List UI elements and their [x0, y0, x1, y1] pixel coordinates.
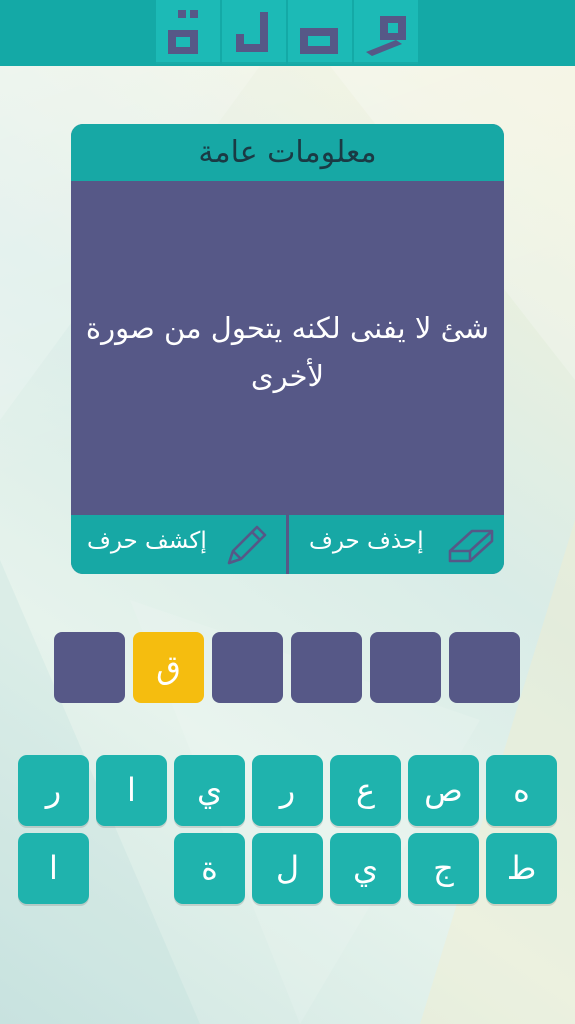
letter-key[interactable]: ي [330, 833, 401, 904]
logo-tile-2 [222, 0, 286, 64]
top-bar [0, 0, 575, 66]
letter-key[interactable]: ا [18, 833, 89, 904]
logo-tile-1 [156, 0, 220, 64]
letter-key[interactable]: ر [252, 755, 323, 826]
card-footer: إكشف حرف إحذف حرف [71, 515, 504, 574]
answer-slot[interactable] [449, 632, 520, 703]
question-card: معلومات عامة شئ لا يفنى لكنه يتحول من صو… [71, 124, 504, 574]
letter-key[interactable]: ة [174, 833, 245, 904]
logo-letter-lam-icon [236, 12, 268, 52]
eraser-icon [448, 529, 494, 563]
letter-key[interactable]: ط [486, 833, 557, 904]
logo-tile-3 [288, 0, 352, 64]
logo-letter-ta-marbuta-icon [168, 10, 198, 54]
letter-key[interactable]: ي [174, 755, 245, 826]
answer-slot-revealed[interactable]: ق [133, 632, 204, 703]
letter-key[interactable]: ر [18, 755, 89, 826]
reveal-letter-button[interactable]: إكشف حرف [71, 515, 286, 574]
answer-slot[interactable] [54, 632, 125, 703]
pencil-icon [227, 525, 267, 565]
letter-key[interactable]: ه [486, 755, 557, 826]
letter-key[interactable]: ج [408, 833, 479, 904]
logo-letter-waw-icon [366, 16, 406, 56]
delete-letter-button[interactable]: إحذف حرف [289, 515, 504, 574]
logo-tile-4 [354, 0, 418, 64]
category-title: معلومات عامة [71, 124, 504, 181]
reveal-letter-label: إكشف حرف [87, 528, 207, 554]
logo-letter-sad-icon [300, 28, 338, 54]
question-text: شئ لا يفنى لكنه يتحول من صورة لأخرى [85, 311, 490, 393]
letter-key[interactable]: ل [252, 833, 323, 904]
answer-slot[interactable] [212, 632, 283, 703]
delete-letter-label: إحذف حرف [309, 528, 424, 554]
letter-key[interactable]: ع [330, 755, 401, 826]
answer-slot[interactable] [291, 632, 362, 703]
letter-key[interactable]: ص [408, 755, 479, 826]
letter-key[interactable]: ا [96, 755, 167, 826]
answer-slot[interactable] [370, 632, 441, 703]
